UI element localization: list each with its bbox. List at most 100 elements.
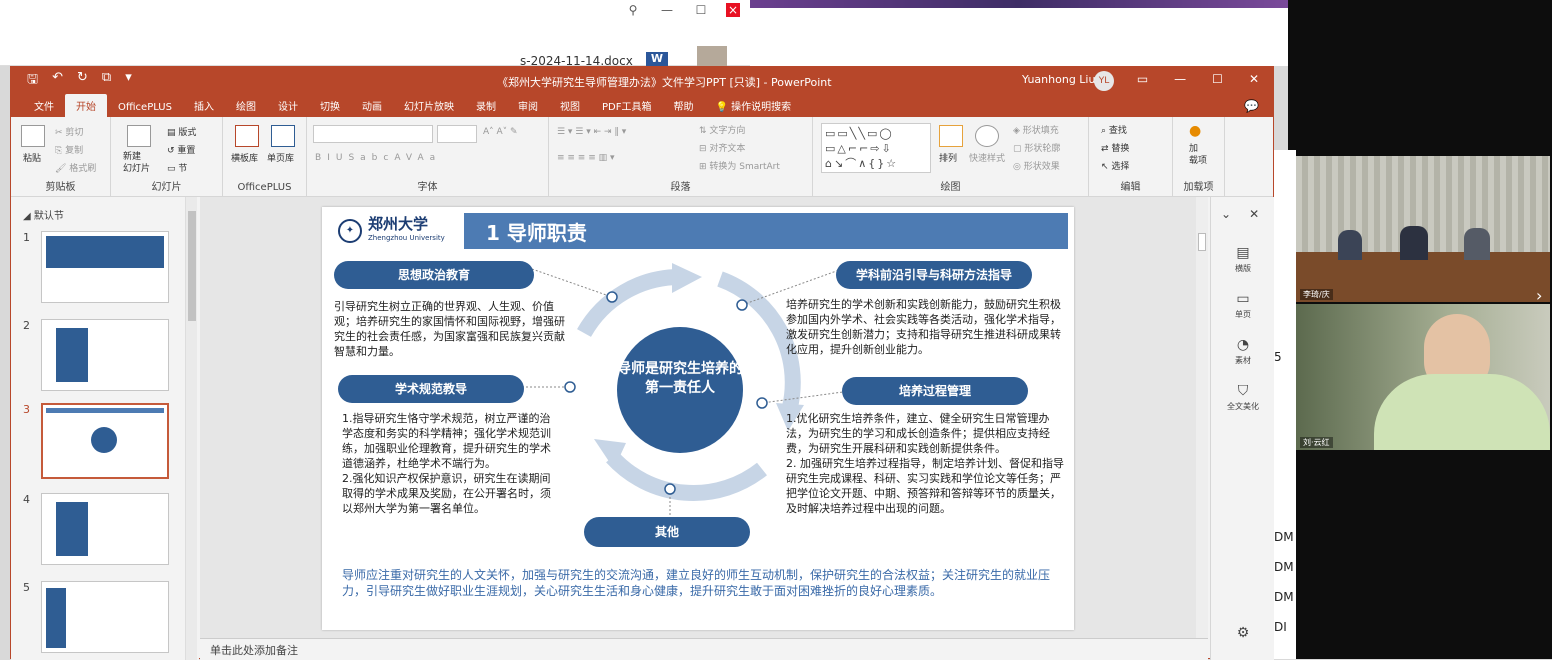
quick-styles-button[interactable]: 快速样式	[969, 151, 1005, 164]
cut-button[interactable]: ✂ 剪切	[55, 125, 83, 138]
page-library-icon[interactable]	[271, 125, 295, 147]
scrollbar-thumb[interactable]	[188, 211, 196, 321]
customize-qat-icon[interactable]: ▾	[125, 70, 132, 92]
panel-single-page-button[interactable]: ▭ 单页	[1211, 291, 1275, 320]
addins-button[interactable]: 加 载项	[1189, 143, 1207, 167]
tab-transitions[interactable]: 切换	[309, 98, 351, 117]
avatar[interactable]: YL	[1094, 71, 1114, 91]
maximize-icon[interactable]: ☐	[692, 3, 710, 17]
tell-me-search[interactable]: 💡 操作说明搜索	[704, 98, 802, 117]
layout-library-button[interactable]: 横板库	[231, 151, 258, 164]
video-tile-speaker[interactable]: 刘·云红	[1296, 304, 1550, 450]
new-slide-button[interactable]: 新建 幻灯片	[123, 151, 150, 175]
paste-button[interactable]: 粘贴	[23, 151, 41, 164]
font-name-input[interactable]	[313, 125, 433, 143]
underline-button[interactable]: U	[336, 153, 349, 163]
slide-thumbnail-2[interactable]	[41, 319, 169, 391]
shape-fill-button[interactable]: ◈ 形状填充	[1013, 123, 1059, 136]
quick-styles-icon[interactable]	[975, 125, 999, 147]
redo-icon[interactable]: ↻	[77, 70, 88, 92]
shadow-button[interactable]: abc	[360, 153, 394, 163]
reset-label: 重置	[177, 146, 196, 156]
italic-button[interactable]: I	[327, 153, 336, 163]
smartart-button[interactable]: ⊞ 转换为 SmartArt	[699, 159, 780, 172]
officeplus-group: 横板库 单页库 OfficePLUS	[223, 117, 307, 197]
text-direction-button[interactable]: ⇅ 文字方向	[699, 123, 745, 136]
minimize-icon[interactable]: —	[658, 3, 676, 17]
shape-effects-button[interactable]: ◎ 形状效果	[1013, 159, 1060, 172]
video-tile-meeting-room[interactable]: 李琦/庆	[1296, 156, 1550, 302]
arrange-button[interactable]: 排列	[939, 151, 957, 164]
tab-home[interactable]: 开始	[65, 94, 107, 117]
shapes-gallery[interactable]: ▭▭╲╲▭◯ ▭△⌐⌐⇨⇩ ⌂↘⌒∧{}☆	[821, 123, 931, 173]
bold-button[interactable]: B	[315, 153, 327, 163]
undo-icon[interactable]: ↶	[52, 70, 63, 92]
present-icon[interactable]: ⧉	[102, 70, 111, 92]
collapse-icon[interactable]: ⌄	[1221, 207, 1231, 221]
slide-thumbnail-5[interactable]	[41, 581, 169, 653]
addins-icon[interactable]: ●	[1189, 123, 1201, 139]
shape-outline-button[interactable]: ▢ 形状轮廓	[1013, 141, 1060, 154]
officeplus-label: OfficePLUS	[237, 182, 292, 193]
font-size-input[interactable]	[437, 125, 477, 143]
canvas-scrollbar[interactable]	[1196, 197, 1208, 638]
tab-pdf-tools[interactable]: PDF工具箱	[591, 98, 662, 117]
tab-insert[interactable]: 插入	[183, 98, 225, 117]
tab-officeplus[interactable]: OfficePLUS	[107, 102, 183, 117]
select-button[interactable]: ↖ 选择	[1101, 159, 1129, 172]
tab-animations[interactable]: 动画	[351, 98, 393, 117]
list-buttons[interactable]: ☰ ▾ ☰ ▾ ⇤ ⇥ ‖ ▾	[557, 127, 626, 137]
slide-thumbnail-3[interactable]	[41, 403, 169, 479]
panel-beautify-button[interactable]: ⛉ 全文美化	[1211, 383, 1275, 412]
tab-help[interactable]: 帮助	[662, 98, 704, 117]
slide-thumbnail-1[interactable]	[41, 231, 169, 303]
panel-assets-button[interactable]: ◔ 素材	[1211, 337, 1275, 366]
new-slide-icon[interactable]	[127, 125, 151, 147]
tab-draw[interactable]: 绘图	[225, 98, 267, 117]
section-header[interactable]: ◢ 默认节	[23, 207, 64, 222]
arrange-icon[interactable]	[939, 125, 963, 147]
find-button[interactable]: ⌕ 查找	[1101, 123, 1127, 136]
tab-record[interactable]: 录制	[465, 98, 507, 117]
copy-button[interactable]: ⎘ 复制	[55, 143, 83, 156]
thumbnail-scrollbar[interactable]	[185, 197, 197, 660]
font-format-buttons[interactable]: BIUSabcAVAa	[315, 153, 441, 163]
font-size-buttons[interactable]: A˄ A˅ ✎	[483, 127, 518, 137]
layout-library-icon[interactable]	[235, 125, 259, 147]
settings-icon[interactable]: ⚙	[1211, 625, 1275, 643]
comments-icon[interactable]: 💬	[1244, 99, 1259, 113]
tab-view[interactable]: 视图	[549, 98, 591, 117]
section-button[interactable]: ▭ 节	[167, 161, 187, 174]
close-icon[interactable]: ×	[726, 3, 740, 17]
designer-panel-controls: ⌄ ✕	[1221, 207, 1259, 221]
close-button[interactable]: ✕	[1249, 72, 1259, 86]
user-name[interactable]: Yuanhong Liu	[1022, 73, 1095, 86]
tab-slideshow[interactable]: 幻灯片放映	[393, 98, 465, 117]
replace-button[interactable]: ⇄ 替换	[1101, 141, 1129, 154]
panel-landscape-button[interactable]: ▤ 横版	[1211, 245, 1275, 274]
strikethrough-button[interactable]: S	[348, 153, 360, 163]
paste-icon[interactable]	[21, 125, 45, 147]
tab-review[interactable]: 审阅	[507, 98, 549, 117]
change-case-button[interactable]: Aa	[418, 153, 442, 163]
align-text-button[interactable]: ⊟ 对齐文本	[699, 141, 745, 154]
slide[interactable]: ✦ 郑州大学 Zhengzhou University 1 导师职责 导师是研究…	[322, 207, 1074, 630]
notes-pane[interactable]: 单击此处添加备注	[200, 638, 1208, 660]
alignment-buttons[interactable]: ≡ ≡ ≡ ≡ ▥ ▾	[557, 153, 615, 163]
maximize-button[interactable]: ☐	[1212, 72, 1223, 86]
layout-button[interactable]: ▤ 版式	[167, 125, 196, 138]
scrollbar-thumb[interactable]	[1198, 233, 1206, 251]
minimize-button[interactable]: —	[1174, 72, 1186, 86]
format-painter-button[interactable]: 🖌 格式刷	[55, 161, 96, 174]
slide-thumbnail-4[interactable]	[41, 493, 169, 565]
tab-design[interactable]: 设计	[267, 98, 309, 117]
pin-icon[interactable]: ⚲	[624, 3, 642, 17]
chevron-right-icon[interactable]: ›	[1536, 286, 1542, 305]
character-spacing-button[interactable]: AV	[394, 153, 417, 163]
tab-file[interactable]: 文件	[23, 98, 65, 117]
save-icon[interactable]: 🖫	[27, 70, 38, 92]
page-library-button[interactable]: 单页库	[267, 151, 294, 164]
reset-button[interactable]: ↺ 重置	[167, 143, 195, 156]
ribbon-display-icon[interactable]: ▭	[1137, 72, 1148, 86]
close-icon[interactable]: ✕	[1249, 207, 1259, 221]
